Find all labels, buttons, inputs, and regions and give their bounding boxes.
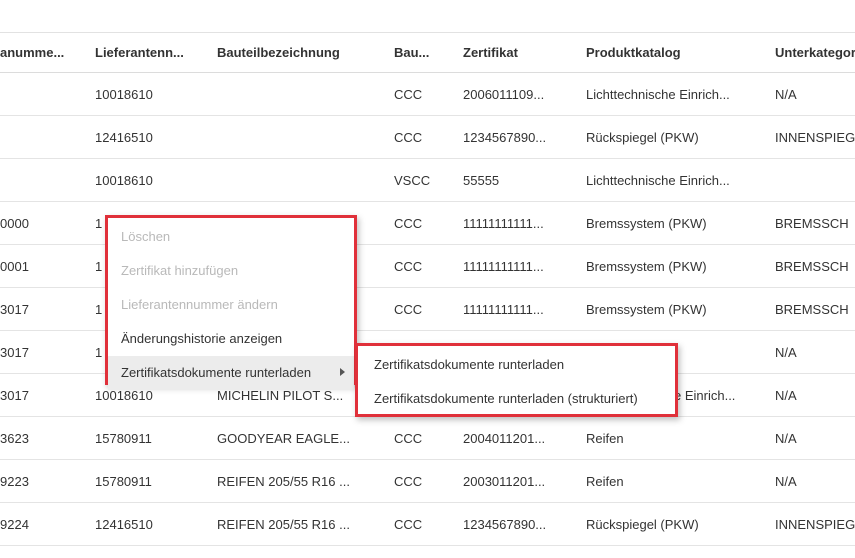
column-header-supplier-number[interactable]: Lieferantenn... bbox=[95, 45, 191, 60]
table-cell: 11111111111... bbox=[463, 259, 544, 274]
table-cell: N/A bbox=[775, 474, 797, 489]
submenu: Zertifikatsdokumente runterladen Zertifi… bbox=[355, 343, 678, 417]
table-cell: Rückspiegel (PKW) bbox=[586, 517, 699, 532]
table-cell: BREMSSCH bbox=[775, 302, 849, 317]
table-cell: 1234567890... bbox=[463, 517, 547, 532]
table-cell: 0000 bbox=[0, 216, 29, 231]
table-cell: Reifen bbox=[586, 431, 624, 446]
column-header-bau[interactable]: Bau... bbox=[394, 45, 444, 60]
table-cell: INNENSPIEG bbox=[775, 130, 855, 145]
table-cell: 15780911 bbox=[95, 474, 152, 489]
table-cell: Rückspiegel (PKW) bbox=[586, 130, 699, 145]
table-cell: 15780911 bbox=[95, 431, 152, 446]
table-row[interactable]: 10018610 CCC 2006011109... Lichttechnisc… bbox=[0, 73, 855, 116]
table-cell: 2006011109... bbox=[463, 87, 545, 102]
table-cell: BREMSSCH bbox=[775, 259, 849, 274]
submenu-item-download[interactable]: Zertifikatsdokumente runterladen bbox=[358, 348, 675, 382]
table-row[interactable]: 9223 15780911 REIFEN 205/55 R16 ... CCC … bbox=[0, 460, 855, 503]
context-menu: Löschen Zertifikat hinzufügen Lieferante… bbox=[105, 215, 357, 390]
column-header-part-number[interactable]: anumme... bbox=[0, 45, 70, 60]
table-cell: N/A bbox=[775, 431, 797, 446]
menu-item-show-change-history[interactable]: Änderungshistorie anzeigen bbox=[108, 322, 354, 356]
table-cell: 2004011201... bbox=[463, 431, 546, 446]
table-cell: GOODYEAR EAGLE... bbox=[217, 431, 350, 446]
table-cell: CCC bbox=[394, 474, 423, 489]
table-cell: 10018610 bbox=[95, 388, 153, 403]
table-cell: CCC bbox=[394, 87, 423, 102]
table-row[interactable]: 9224 12416510 REIFEN 205/55 R16 ... CCC … bbox=[0, 503, 855, 546]
table-cell: 3623 bbox=[0, 431, 29, 446]
table-cell: INNENSPIEG bbox=[775, 517, 855, 532]
table-cell: 11111111111... bbox=[463, 302, 544, 317]
table-cell: Lichttechnische Einrich... bbox=[586, 173, 730, 188]
table-cell: 9223 bbox=[0, 474, 29, 489]
table-cell: CCC bbox=[394, 517, 423, 532]
menu-item-change-supplier-number[interactable]: Lieferantennummer ändern bbox=[108, 288, 354, 322]
table-cell: 3017 bbox=[0, 388, 29, 403]
table-cell: CCC bbox=[394, 130, 423, 145]
table-cell: N/A bbox=[775, 388, 797, 403]
table-cell: CCC bbox=[394, 216, 423, 231]
table-cell: 9224 bbox=[0, 517, 29, 532]
table-cell: CCC bbox=[394, 259, 423, 274]
table-cell: 11111111111... bbox=[463, 216, 544, 231]
table-cell: REIFEN 205/55 R16 ... bbox=[217, 474, 350, 489]
chevron-right-icon bbox=[340, 368, 345, 376]
column-header-subcategory[interactable]: Unterkategor bbox=[775, 45, 855, 60]
table-cell: N/A bbox=[775, 345, 797, 360]
table-row[interactable]: 10018610 VSCC 55555 Lichttechnische Einr… bbox=[0, 159, 855, 202]
table-cell: VSCC bbox=[394, 173, 431, 188]
table-cell: 2003011201... bbox=[463, 474, 546, 489]
table-cell: 55555 bbox=[463, 173, 500, 188]
table-cell: 10018610 bbox=[95, 87, 153, 102]
table-cell: e Einrich... bbox=[674, 388, 736, 403]
table-cell: Bremssystem (PKW) bbox=[586, 302, 707, 317]
column-header-product-catalog[interactable]: Produktkatalog bbox=[586, 45, 754, 60]
table-cell: N/A bbox=[775, 87, 797, 102]
table-cell: 12416510 bbox=[95, 130, 153, 145]
submenu-item-download-structured[interactable]: Zertifikatsdokumente runterladen (strukt… bbox=[358, 382, 675, 416]
table-cell: 3017 bbox=[0, 302, 29, 317]
column-header-certificate[interactable]: Zertifikat bbox=[463, 45, 563, 60]
table-row[interactable]: 12416510 CCC 1234567890... Rückspiegel (… bbox=[0, 116, 855, 159]
table-cell: Reifen bbox=[586, 474, 624, 489]
table-cell: 1234567890... bbox=[463, 130, 547, 145]
menu-item-delete[interactable]: Löschen bbox=[108, 220, 354, 254]
menu-item-add-certificate[interactable]: Zertifikat hinzufügen bbox=[108, 254, 354, 288]
table-cell: REIFEN 205/55 R16 ... bbox=[217, 517, 350, 532]
table-cell: 10018610 bbox=[95, 173, 153, 188]
table-cell: Bremssystem (PKW) bbox=[586, 259, 707, 274]
table-cell: 12416510 bbox=[95, 517, 153, 532]
table-cell: 0001 bbox=[0, 259, 29, 274]
table-cell: Bremssystem (PKW) bbox=[586, 216, 707, 231]
column-header-part-description[interactable]: Bauteilbezeichnung bbox=[217, 45, 367, 60]
table-cell: CCC bbox=[394, 302, 423, 317]
table-row[interactable]: 3623 15780911 GOODYEAR EAGLE... CCC 2004… bbox=[0, 417, 855, 460]
table-cell: Lichttechnische Einrich... bbox=[586, 87, 730, 102]
menu-item-label: Zertifikatsdokumente runterladen bbox=[121, 365, 312, 380]
table-cell: CCC bbox=[394, 431, 423, 446]
table-cell: BREMSSCH bbox=[775, 216, 849, 231]
table-header: anumme... Lieferantenn... Bauteilbezeich… bbox=[0, 32, 855, 73]
table-cell: 3017 bbox=[0, 345, 29, 360]
menu-item-download-certificate-documents[interactable]: Zertifikatsdokumente runterladen bbox=[108, 356, 354, 390]
table-cell: MICHELIN PILOT S... bbox=[217, 388, 344, 403]
